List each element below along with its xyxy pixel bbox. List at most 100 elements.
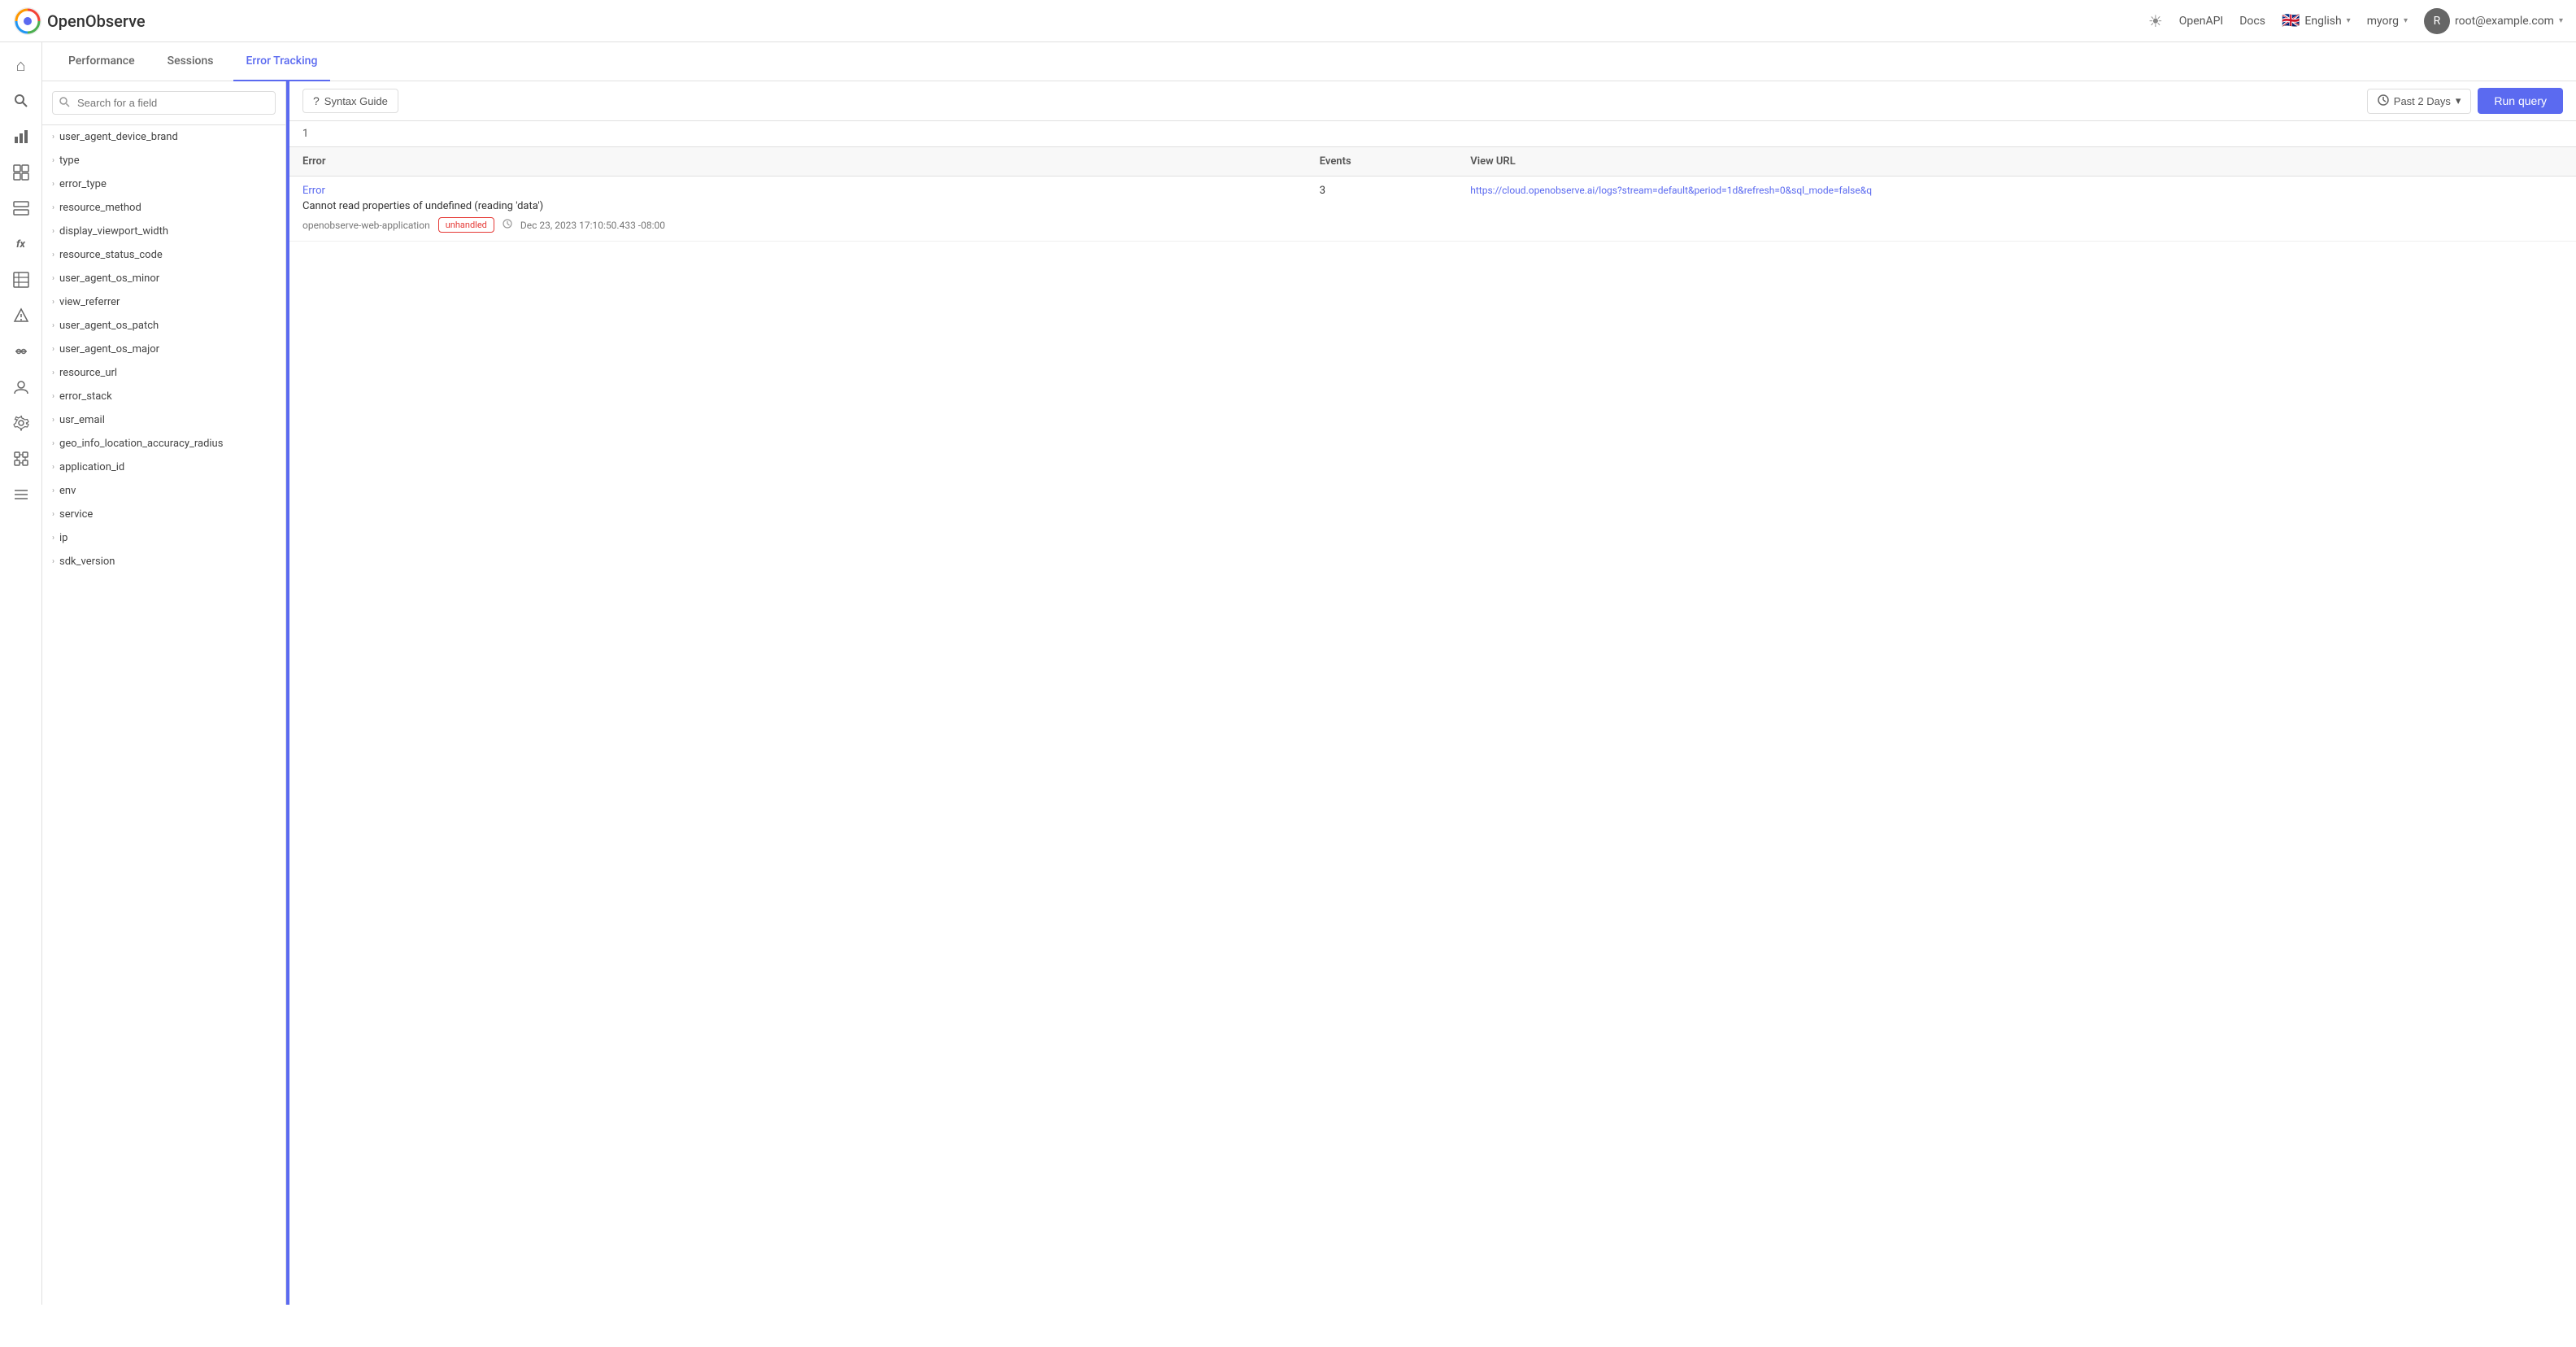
field-item-user_agent_os_minor[interactable]: › user_agent_os_minor <box>42 267 285 290</box>
main-content: Performance Sessions Error Tracking ›use… <box>42 42 2576 1305</box>
sidebar-item-pipeline[interactable] <box>5 335 37 368</box>
field-name-label: user_agent_os_patch <box>59 320 159 332</box>
language-chevron-icon: ▾ <box>2347 16 2351 25</box>
field-name-label: user_agent_os_minor <box>59 272 159 285</box>
field-item-type[interactable]: ›type <box>42 149 285 172</box>
table-row: Error Cannot read properties of undefine… <box>289 177 2576 242</box>
sidebar-item-logs[interactable] <box>5 192 37 224</box>
openapi-link[interactable]: OpenAPI <box>2179 15 2223 28</box>
field-name-label: resource_method <box>59 202 141 214</box>
language-selector[interactable]: 🇬🇧 English ▾ <box>2282 12 2351 29</box>
field-search-area <box>42 81 285 125</box>
field-chevron-icon: › <box>52 298 54 307</box>
field-chevron-icon: › <box>52 227 54 236</box>
docs-link[interactable]: Docs <box>2239 15 2265 28</box>
tab-performance[interactable]: Performance <box>55 42 148 81</box>
error-source: openobserve-web-application <box>302 220 430 231</box>
run-query-button[interactable]: Run query <box>2478 88 2563 114</box>
flag-icon: 🇬🇧 <box>2282 12 2300 29</box>
app-logo[interactable]: OpenObserve <box>13 7 146 36</box>
field-item-display_viewport_width[interactable]: › display_viewport_width <box>42 220 285 243</box>
field-item-usr_email[interactable]: ›usr_email <box>42 408 285 432</box>
logo-icon <box>13 7 42 36</box>
field-chevron-icon: › <box>52 274 54 283</box>
pipeline-icon <box>13 343 29 360</box>
field-chevron-icon: › <box>52 203 54 212</box>
field-name-label: type <box>59 155 80 167</box>
field-name-label: service <box>59 508 93 521</box>
error-message: Cannot read properties of undefined (rea… <box>302 200 1294 212</box>
sidebar-item-integrations[interactable] <box>5 442 37 475</box>
field-item-error_type[interactable]: ›error_type <box>42 172 285 196</box>
tab-error-tracking[interactable]: Error Tracking <box>233 42 331 81</box>
org-selector[interactable]: myorg ▾ <box>2367 15 2408 28</box>
field-item-ip[interactable]: › ip <box>42 526 285 550</box>
clock-meta-icon <box>503 219 512 231</box>
field-item-env[interactable]: ›env <box>42 479 285 503</box>
error-timestamp: Dec 23, 2023 17:10:50.433 -08:00 <box>520 220 665 231</box>
field-item-geo_info_location_accuracy_radius[interactable]: ›geo_info_location_accuracy_radius <box>42 432 285 456</box>
more-icon <box>13 486 29 503</box>
field-chevron-icon: › <box>52 368 54 377</box>
field-chevron-icon: › <box>52 133 54 142</box>
navbar-actions: ☀ OpenAPI Docs 🇬🇧 English ▾ myorg ▾ R ro… <box>2148 8 2563 34</box>
field-name-label: user_agent_os_major <box>59 343 159 355</box>
sidebar-item-functions[interactable]: fx <box>5 228 37 260</box>
field-search-input[interactable] <box>52 91 276 115</box>
time-range-button[interactable]: Past 2 Days ▾ <box>2367 89 2472 114</box>
field-item-user_agent_os_patch[interactable]: ›user_agent_os_patch <box>42 314 285 338</box>
query-area: 1 <box>289 121 2576 147</box>
field-name-label: resource_url <box>59 367 117 379</box>
sidebar-item-dashboard[interactable] <box>5 156 37 189</box>
field-name-label: display_viewport_width <box>59 225 168 238</box>
right-panel: ? Syntax Guide Past 2 Days ▾ Run query <box>289 81 2576 1305</box>
field-chevron-icon: › <box>52 534 54 543</box>
field-name-label: ip <box>59 532 67 544</box>
field-item-resource_method[interactable]: › resource_method <box>42 196 285 220</box>
sidebar-item-more[interactable] <box>5 478 37 511</box>
col-view-url: View URL <box>1457 147 2576 177</box>
field-item-service[interactable]: › service <box>42 503 285 526</box>
dashboard-icon <box>13 164 29 181</box>
field-name-label: usr_email <box>59 414 105 426</box>
avatar: R <box>2424 8 2450 34</box>
field-item-application_id[interactable]: ›application_id <box>42 456 285 479</box>
sidebar-item-alerts[interactable] <box>5 299 37 332</box>
view-url-link[interactable]: https://cloud.openobserve.ai/logs?stream… <box>1470 185 1872 196</box>
field-item-user_agent_os_major[interactable]: ›user_agent_os_major <box>42 338 285 361</box>
tab-bar: Performance Sessions Error Tracking <box>42 42 2576 81</box>
syntax-guide-button[interactable]: ? Syntax Guide <box>302 89 398 113</box>
alert-icon <box>13 307 29 324</box>
field-chevron-icon: › <box>52 510 54 519</box>
tab-sessions[interactable]: Sessions <box>154 42 227 81</box>
sidebar-item-metrics[interactable] <box>5 120 37 153</box>
error-cell: Error Cannot read properties of undefine… <box>289 177 1307 242</box>
sidebar-item-users[interactable] <box>5 371 37 403</box>
search-wrapper <box>52 91 276 115</box>
theme-toggle[interactable]: ☀ <box>2148 11 2163 31</box>
unhandled-badge: unhandled <box>438 217 494 233</box>
time-range-chevron-icon: ▾ <box>2456 94 2461 107</box>
field-item-resource_status_code[interactable]: ›resource_status_code <box>42 243 285 267</box>
sidebar-item-table[interactable] <box>5 264 37 296</box>
field-item-view_referrer[interactable]: ›view_referrer <box>42 290 285 314</box>
sidebar: ⌂ fx <box>0 42 42 1305</box>
field-item-user_agent_device_brand[interactable]: › user_agent_device_brand <box>42 125 285 149</box>
integrations-icon <box>13 451 29 467</box>
sidebar-item-search[interactable] <box>5 85 37 117</box>
field-name-label: user_agent_device_brand <box>59 131 178 143</box>
user-menu[interactable]: R root@example.com ▾ <box>2424 8 2563 34</box>
field-chevron-icon: › <box>52 251 54 259</box>
sidebar-item-settings[interactable] <box>5 407 37 439</box>
question-icon: ? <box>313 94 320 107</box>
sidebar-item-home[interactable]: ⌂ <box>5 49 37 81</box>
field-item-resource_url[interactable]: › resource_url <box>42 361 285 385</box>
field-item-error_stack[interactable]: ›error_stack <box>42 385 285 408</box>
field-name-label: sdk_version <box>59 556 115 568</box>
field-chevron-icon: › <box>52 439 54 448</box>
field-item-sdk_version[interactable]: ›sdk_version <box>42 550 285 573</box>
col-events: Events <box>1307 147 1458 177</box>
error-type-link[interactable]: Error <box>302 185 1294 197</box>
field-chevron-icon: › <box>52 486 54 495</box>
search-icon <box>59 96 70 111</box>
